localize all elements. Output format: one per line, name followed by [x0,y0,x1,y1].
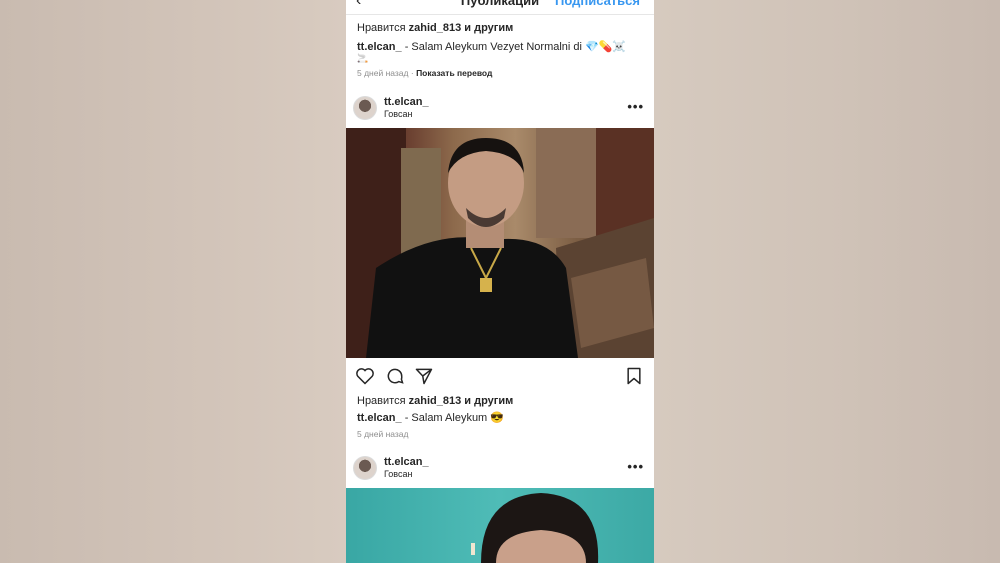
likes-prefix: Нравится [357,22,406,34]
likes-user-link[interactable]: zahid_813 [409,395,462,407]
heart-icon[interactable] [355,366,375,386]
likes-prefix: Нравится [357,395,406,407]
post-header: tt.elcan_ Говсан ••• [346,96,654,126]
caption-overflow: 🚬 [357,53,369,63]
more-dots-icon[interactable]: ••• [627,459,644,474]
caption-username-link[interactable]: tt.elcan_ [357,412,402,424]
follow-button[interactable]: Подписаться [555,0,640,8]
post-time: 5 дней назад [357,429,409,439]
likes-line: Нравится zahid_813 и другим [357,22,513,34]
caption-text: - Salam Aleykum Vezyet Normalni di 💎💊☠️ [401,41,627,53]
post-actions [346,366,654,388]
caption: tt.elcan_ - Salam Aleykum Vezyet Normaln… [357,40,626,53]
post-meta: 5 дней назад · Показать перевод [357,68,493,78]
post-photo[interactable] [346,488,654,563]
shirt [366,237,578,358]
phone-screen: ‹ Публикации Подписаться Нравится zahid_… [346,0,654,563]
share-icon[interactable] [414,366,434,386]
hallway [536,128,606,238]
photo-scene [471,493,599,563]
post-location[interactable]: Говсан [384,469,412,479]
post-photo[interactable] [346,128,654,358]
show-translation-link[interactable]: Показать перевод [416,68,492,78]
likes-user-link[interactable]: zahid_813 [409,22,462,34]
caption: tt.elcan_ - Salam Aleykum 😎 [357,411,504,424]
post-username[interactable]: tt.elcan_ [384,96,429,108]
avatar[interactable] [353,96,377,120]
bookmark-icon[interactable] [624,366,644,386]
likes-others-link[interactable]: и другим [464,395,513,407]
background-left-blur [0,0,346,563]
background-object [471,543,475,555]
comment-icon[interactable] [385,366,405,386]
likes-line: Нравится zahid_813 и другим [357,395,513,407]
background-right-blur [654,0,1000,563]
top-bar: ‹ Публикации Подписаться [346,0,654,15]
post-username[interactable]: tt.elcan_ [384,456,429,468]
photo-scene [346,128,654,358]
post-location[interactable]: Говсан [384,109,412,119]
caption-text: - Salam Aleykum 😎 [401,412,504,424]
post-header: tt.elcan_ Говсан ••• [346,456,654,486]
caption-username-link[interactable]: tt.elcan_ [357,41,402,53]
pendant [480,278,492,292]
more-dots-icon[interactable]: ••• [627,99,644,114]
avatar[interactable] [353,456,377,480]
likes-others-link[interactable]: и другим [464,22,513,34]
post-time: 5 дней назад [357,68,409,78]
